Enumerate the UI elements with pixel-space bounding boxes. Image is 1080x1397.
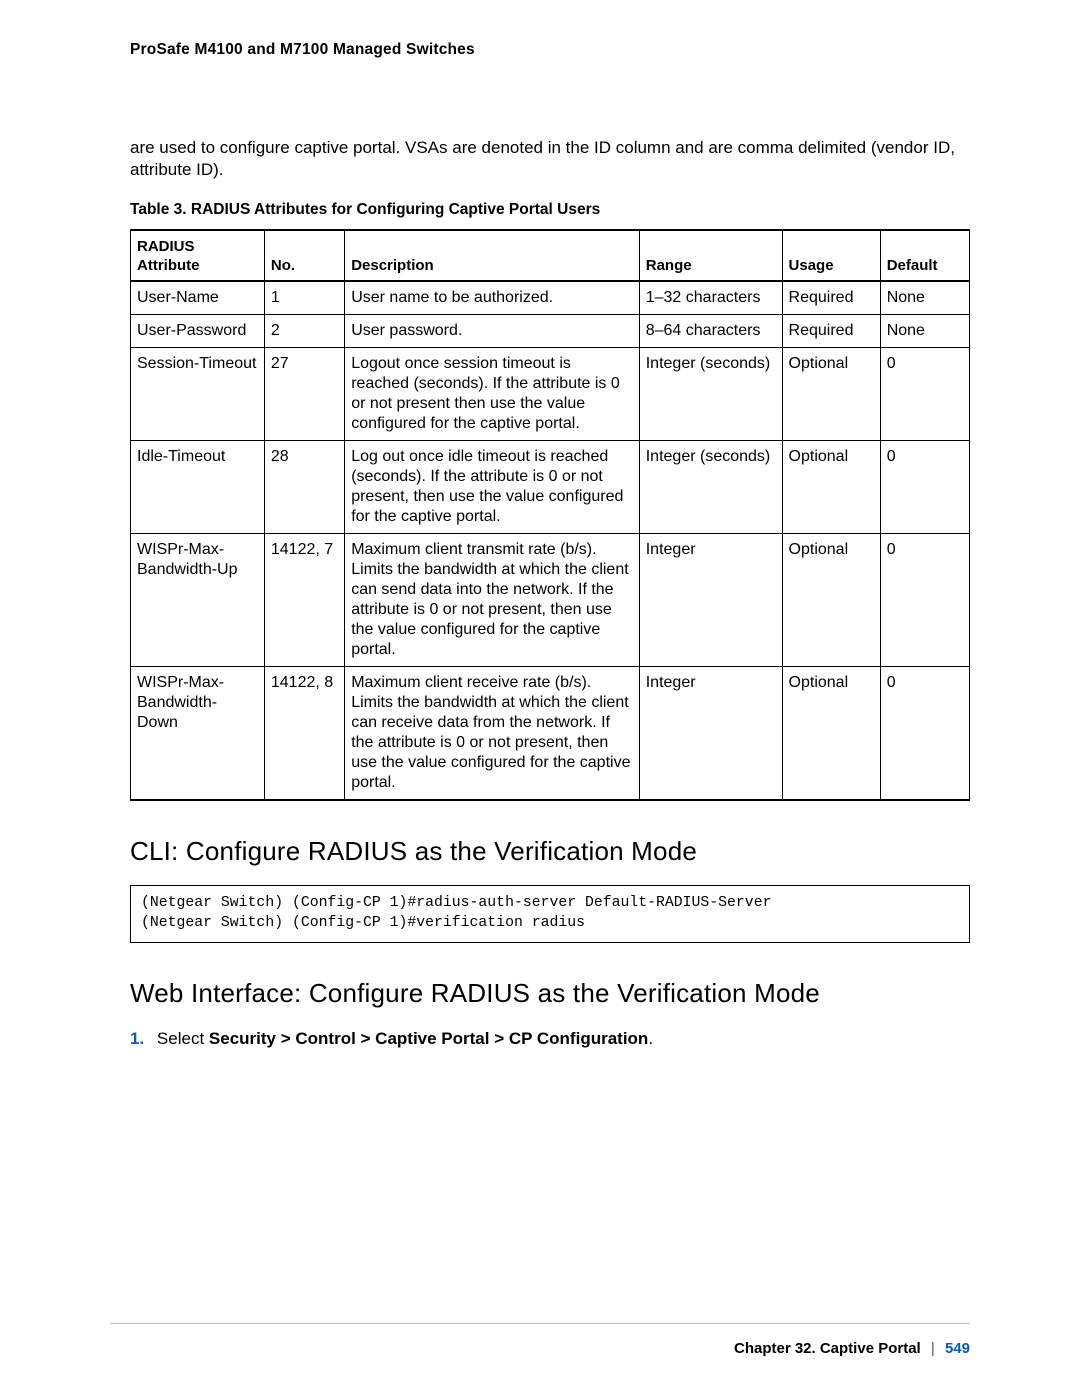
cli-code-block: (Netgear Switch) (Config-CP 1)#radius-au… — [130, 885, 970, 943]
cell-no: 28 — [264, 440, 344, 533]
cell-usage: Optional — [782, 440, 880, 533]
step-item: 1. Select Security > Control > Captive P… — [130, 1028, 970, 1049]
table-row: User-Name 1 User name to be authorized. … — [131, 281, 970, 315]
step-suffix: . — [648, 1029, 653, 1048]
cli-heading: CLI: Configure RADIUS as the Verificatio… — [130, 835, 970, 868]
intro-paragraph: are used to configure captive portal. VS… — [130, 137, 970, 180]
table-caption: Table 3. RADIUS Attributes for Configuri… — [130, 200, 970, 219]
cell-attr: WISPr-Max-Bandwidth-Up — [131, 533, 265, 666]
cell-usage: Optional — [782, 666, 880, 800]
footer-chapter: Chapter 32. Captive Portal — [734, 1340, 921, 1357]
cli-line: (Netgear Switch) (Config-CP 1)#verificat… — [141, 915, 585, 931]
cell-attr: WISPr-Max-Bandwidth-Down — [131, 666, 265, 800]
running-header: ProSafe M4100 and M7100 Managed Switches — [130, 40, 970, 59]
cell-no: 14122, 7 — [264, 533, 344, 666]
cell-default: None — [880, 281, 969, 315]
cell-desc: Maximum client transmit rate (b/s). Limi… — [345, 533, 640, 666]
table-body: User-Name 1 User name to be authorized. … — [131, 281, 970, 800]
cell-usage: Optional — [782, 533, 880, 666]
cell-usage: Required — [782, 314, 880, 347]
cell-no: 27 — [264, 347, 344, 440]
col-header-attribute: RADIUS Attribute — [131, 230, 265, 281]
table-header-row: RADIUS Attribute No. Description Range U… — [131, 230, 970, 281]
table-row: User-Password 2 User password. 8–64 char… — [131, 314, 970, 347]
footer-separator: | — [925, 1340, 941, 1357]
step-number: 1. — [130, 1029, 144, 1048]
radius-attributes-table: RADIUS Attribute No. Description Range U… — [130, 229, 970, 801]
cell-no: 2 — [264, 314, 344, 347]
cell-desc: Logout once session timeout is reached (… — [345, 347, 640, 440]
cli-line: (Netgear Switch) (Config-CP 1)#radius-au… — [141, 895, 771, 911]
col-header-usage: Usage — [782, 230, 880, 281]
col-header-range: Range — [639, 230, 782, 281]
cell-range: Integer (seconds) — [639, 347, 782, 440]
cell-no: 14122, 8 — [264, 666, 344, 800]
cell-default: 0 — [880, 440, 969, 533]
cell-default: 0 — [880, 347, 969, 440]
cell-default: None — [880, 314, 969, 347]
cell-range: Integer — [639, 666, 782, 800]
footer-page-number: 549 — [945, 1340, 970, 1357]
cell-range: Integer (seconds) — [639, 440, 782, 533]
cell-usage: Optional — [782, 347, 880, 440]
step-list: 1. Select Security > Control > Captive P… — [130, 1028, 970, 1049]
col-header-description: Description — [345, 230, 640, 281]
cell-default: 0 — [880, 666, 969, 800]
table-row: WISPr-Max-Bandwidth-Down 14122, 8 Maximu… — [131, 666, 970, 800]
page-footer: Chapter 32. Captive Portal | 549 — [110, 1323, 970, 1359]
cell-no: 1 — [264, 281, 344, 315]
page-container: ProSafe M4100 and M7100 Managed Switches… — [0, 0, 1080, 1397]
table-row: Session-Timeout 27 Logout once session t… — [131, 347, 970, 440]
step-path: Security > Control > Captive Portal > CP… — [209, 1029, 648, 1048]
col-header-no: No. — [264, 230, 344, 281]
step-prefix: Select — [157, 1029, 209, 1048]
cell-desc: User name to be authorized. — [345, 281, 640, 315]
cell-usage: Required — [782, 281, 880, 315]
cell-default: 0 — [880, 533, 969, 666]
cell-attr: User-Password — [131, 314, 265, 347]
cell-attr: Idle-Timeout — [131, 440, 265, 533]
cell-desc: Maximum client receive rate (b/s). Limit… — [345, 666, 640, 800]
cell-range: Integer — [639, 533, 782, 666]
web-heading: Web Interface: Configure RADIUS as the V… — [130, 977, 970, 1010]
col-header-default: Default — [880, 230, 969, 281]
cell-attr: User-Name — [131, 281, 265, 315]
cell-desc: Log out once idle timeout is reached (se… — [345, 440, 640, 533]
cell-range: 8–64 characters — [639, 314, 782, 347]
table-row: WISPr-Max-Bandwidth-Up 14122, 7 Maximum … — [131, 533, 970, 666]
cell-range: 1–32 characters — [639, 281, 782, 315]
cell-desc: User password. — [345, 314, 640, 347]
cell-attr: Session-Timeout — [131, 347, 265, 440]
table-row: Idle-Timeout 28 Log out once idle timeou… — [131, 440, 970, 533]
